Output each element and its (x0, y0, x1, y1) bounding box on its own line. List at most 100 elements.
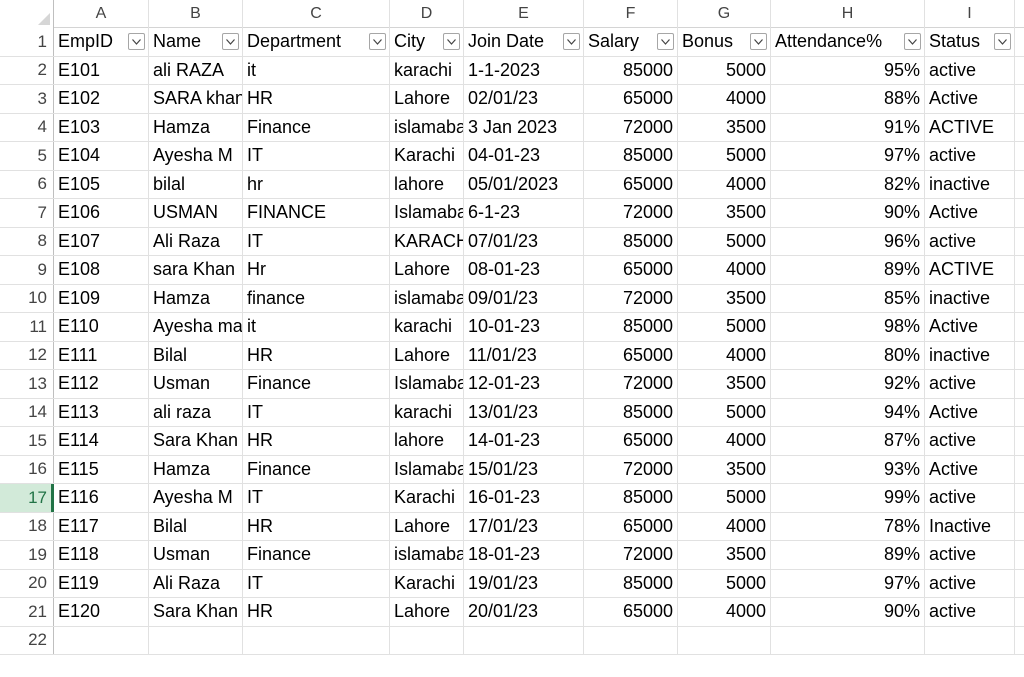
cell-d22[interactable] (390, 626, 464, 654)
header-cell-h[interactable]: Attendance% (771, 28, 925, 56)
cell-i14[interactable]: Active (925, 398, 1015, 426)
header-cell-a[interactable]: EmpID (54, 28, 149, 56)
cell-i19[interactable]: active (925, 541, 1015, 569)
cell-h6[interactable]: 82% (771, 170, 925, 198)
cell-d19[interactable]: islamabad (390, 541, 464, 569)
header-cell-g[interactable]: Bonus (678, 28, 771, 56)
cell-h20[interactable]: 97% (771, 569, 925, 597)
filter-dropdown-button[interactable] (657, 33, 674, 51)
row-header-10[interactable]: 10 (0, 284, 54, 312)
cell-e17[interactable]: 16-01-23 (464, 484, 584, 512)
header-cell-i[interactable]: Status (925, 28, 1015, 56)
cell-g3[interactable]: 4000 (678, 85, 771, 113)
cell-b2[interactable]: ali RAZA (149, 56, 243, 84)
cell-e16[interactable]: 15/01/23 (464, 455, 584, 483)
cell-a10[interactable]: E109 (54, 284, 149, 312)
cell-d3[interactable]: Lahore (390, 85, 464, 113)
cell-e5[interactable]: 04-01-23 (464, 142, 584, 170)
cell-f13[interactable]: 72000 (584, 370, 678, 398)
cell-c18[interactable]: HR (243, 512, 390, 540)
cell-f6[interactable]: 65000 (584, 170, 678, 198)
cell-e14[interactable]: 13/01/23 (464, 398, 584, 426)
cell-f9[interactable]: 65000 (584, 256, 678, 284)
row-header-20[interactable]: 20 (0, 569, 54, 597)
cell-b13[interactable]: Usman (149, 370, 243, 398)
cell-i3[interactable]: Active (925, 85, 1015, 113)
cell-f19[interactable]: 72000 (584, 541, 678, 569)
row-header-2[interactable]: 2 (0, 56, 54, 84)
cell-g12[interactable]: 4000 (678, 341, 771, 369)
cell-h13[interactable]: 92% (771, 370, 925, 398)
cell-e9[interactable]: 08-01-23 (464, 256, 584, 284)
cell-d4[interactable]: islamabad (390, 113, 464, 141)
cell-d20[interactable]: Karachi (390, 569, 464, 597)
cell-e20[interactable]: 19/01/23 (464, 569, 584, 597)
cell-b6[interactable]: bilal (149, 170, 243, 198)
cell-b8[interactable]: Ali Raza (149, 227, 243, 255)
cell-f15[interactable]: 65000 (584, 427, 678, 455)
cell-b9[interactable]: sara Khan (149, 256, 243, 284)
cell-c10[interactable]: finance (243, 284, 390, 312)
cell-h10[interactable]: 85% (771, 284, 925, 312)
cell-e8[interactable]: 07/01/23 (464, 227, 584, 255)
cell-e21[interactable]: 20/01/23 (464, 598, 584, 626)
filter-dropdown-button[interactable] (904, 33, 921, 51)
cell-g15[interactable]: 4000 (678, 427, 771, 455)
cell-f5[interactable]: 85000 (584, 142, 678, 170)
cell-b5[interactable]: Ayesha M (149, 142, 243, 170)
cell-e18[interactable]: 17/01/23 (464, 512, 584, 540)
cell-i5[interactable]: active (925, 142, 1015, 170)
cell-i16[interactable]: Active (925, 455, 1015, 483)
cell-g21[interactable]: 4000 (678, 598, 771, 626)
cell-b21[interactable]: Sara Khan (149, 598, 243, 626)
filter-dropdown-button[interactable] (443, 33, 460, 51)
cell-g8[interactable]: 5000 (678, 227, 771, 255)
cell-g16[interactable]: 3500 (678, 455, 771, 483)
row-header-3[interactable]: 3 (0, 85, 54, 113)
row-header-5[interactable]: 5 (0, 142, 54, 170)
cell-a16[interactable]: E115 (54, 455, 149, 483)
cell-h18[interactable]: 78% (771, 512, 925, 540)
cell-c21[interactable]: HR (243, 598, 390, 626)
cell-f2[interactable]: 85000 (584, 56, 678, 84)
cell-b3[interactable]: SARA khan (149, 85, 243, 113)
cell-g5[interactable]: 5000 (678, 142, 771, 170)
cell-f16[interactable]: 72000 (584, 455, 678, 483)
cell-g11[interactable]: 5000 (678, 313, 771, 341)
cell-f20[interactable]: 85000 (584, 569, 678, 597)
cell-g10[interactable]: 3500 (678, 284, 771, 312)
cell-b16[interactable]: Hamza (149, 455, 243, 483)
cell-a3[interactable]: E102 (54, 85, 149, 113)
cell-g19[interactable]: 3500 (678, 541, 771, 569)
column-header-d[interactable]: D (390, 0, 464, 28)
cell-c5[interactable]: IT (243, 142, 390, 170)
row-header-4[interactable]: 4 (0, 113, 54, 141)
cell-g4[interactable]: 3500 (678, 113, 771, 141)
cell-b11[interactable]: Ayesha malik (149, 313, 243, 341)
cell-a4[interactable]: E103 (54, 113, 149, 141)
cell-c19[interactable]: Finance (243, 541, 390, 569)
cell-h7[interactable]: 90% (771, 199, 925, 227)
filter-dropdown-button[interactable] (222, 33, 239, 51)
cell-e2[interactable]: 1-1-2023 (464, 56, 584, 84)
cell-f8[interactable]: 85000 (584, 227, 678, 255)
cell-i21[interactable]: active (925, 598, 1015, 626)
cell-g14[interactable]: 5000 (678, 398, 771, 426)
cell-i11[interactable]: Active (925, 313, 1015, 341)
cell-h12[interactable]: 80% (771, 341, 925, 369)
cell-f11[interactable]: 85000 (584, 313, 678, 341)
filter-dropdown-button[interactable] (994, 33, 1011, 51)
cell-e15[interactable]: 14-01-23 (464, 427, 584, 455)
cell-g13[interactable]: 3500 (678, 370, 771, 398)
cell-i8[interactable]: active (925, 227, 1015, 255)
cell-f22[interactable] (584, 626, 678, 654)
cell-b4[interactable]: Hamza (149, 113, 243, 141)
cell-d5[interactable]: Karachi (390, 142, 464, 170)
cell-e6[interactable]: 05/01/2023 (464, 170, 584, 198)
cell-i4[interactable]: ACTIVE (925, 113, 1015, 141)
cell-f7[interactable]: 72000 (584, 199, 678, 227)
cell-g6[interactable]: 4000 (678, 170, 771, 198)
cell-a8[interactable]: E107 (54, 227, 149, 255)
cell-h9[interactable]: 89% (771, 256, 925, 284)
cell-e4[interactable]: 3 Jan 2023 (464, 113, 584, 141)
